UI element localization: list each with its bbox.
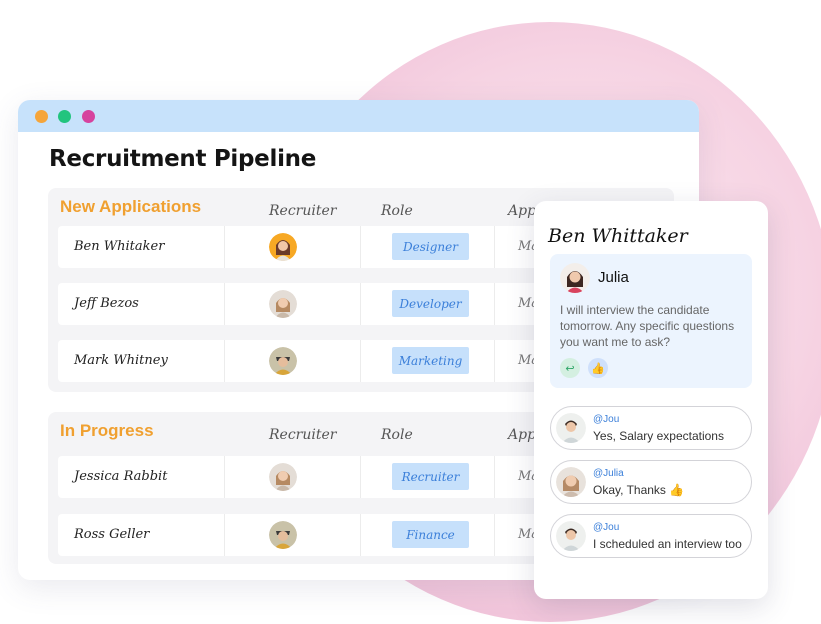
recruiter-avatar[interactable] [269, 233, 297, 261]
cell-divider [494, 283, 495, 325]
cell-divider [360, 456, 361, 498]
reply-icon[interactable]: ↩ [560, 358, 580, 378]
column-header-date: App [508, 203, 537, 219]
page-title: Recruitment Pipeline [49, 146, 317, 172]
role-badge[interactable]: Marketing [392, 347, 469, 374]
cell-divider [360, 283, 361, 325]
section-title: In Progress [60, 421, 154, 440]
reply-item[interactable]: @Jou I scheduled an interview too [550, 514, 752, 558]
cell-divider [494, 514, 495, 556]
comment-text: I will interview the candidate tomorrow.… [560, 303, 735, 349]
role-badge[interactable]: Developer [392, 290, 469, 317]
cell-divider [494, 340, 495, 382]
candidate-name: Ross Geller [74, 527, 150, 542]
comment-author-name: Julia [598, 269, 629, 286]
cell-divider [224, 514, 225, 556]
role-badge[interactable]: Designer [392, 233, 469, 260]
candidate-detail-name: Ben Whittaker [548, 225, 688, 247]
reply-text: Yes, Salary expectations [593, 429, 724, 443]
comment-author-avatar [560, 263, 590, 293]
section-title: New Applications [60, 197, 202, 216]
cell-divider [224, 226, 225, 268]
cell-divider [360, 340, 361, 382]
recruiter-avatar[interactable] [269, 347, 297, 375]
candidate-name: Ben Whitaker [74, 239, 165, 254]
candidate-detail-panel: Ben Whittaker Julia I will interview the… [534, 201, 768, 599]
comment-card: Julia I will interview the candidate tom… [550, 254, 752, 388]
cell-divider [494, 456, 495, 498]
recruiter-avatar[interactable] [269, 290, 297, 318]
reply-avatar [556, 521, 586, 551]
role-badge[interactable]: Finance [392, 521, 469, 548]
cell-divider [360, 226, 361, 268]
reply-avatar [556, 467, 586, 497]
window-maximize-dot[interactable] [58, 110, 71, 123]
thumbs-up-icon[interactable]: 👍 [588, 358, 608, 378]
reply-username[interactable]: @Julia [593, 468, 624, 479]
candidate-name: Jessica Rabbit [74, 469, 168, 484]
candidate-name: Mark Whitney [74, 353, 168, 368]
column-header-role: Role [381, 203, 413, 219]
recruiter-avatar[interactable] [269, 463, 297, 491]
reply-username[interactable]: @Jou [593, 414, 619, 425]
recruiter-avatar[interactable] [269, 521, 297, 549]
cell-divider [224, 340, 225, 382]
window-close-dot[interactable] [82, 110, 95, 123]
reply-username[interactable]: @Jou [593, 522, 619, 533]
reply-avatar [556, 413, 586, 443]
role-badge[interactable]: Recruiter [392, 463, 469, 490]
cell-divider [224, 456, 225, 498]
column-header-recruiter: Recruiter [269, 203, 337, 219]
column-header-role: Role [381, 427, 413, 443]
window-titlebar [18, 100, 699, 132]
column-header-date: App [508, 427, 537, 443]
cell-divider [360, 514, 361, 556]
cell-divider [224, 283, 225, 325]
window-minimize-dot[interactable] [35, 110, 48, 123]
reply-text: I scheduled an interview too [593, 537, 742, 551]
reply-item[interactable]: @Jou Yes, Salary expectations [550, 406, 752, 450]
column-header-recruiter: Recruiter [269, 427, 337, 443]
cell-divider [494, 226, 495, 268]
candidate-name: Jeff Bezos [74, 296, 139, 311]
reply-text: Okay, Thanks 👍 [593, 483, 685, 497]
reply-item[interactable]: @Julia Okay, Thanks 👍 [550, 460, 752, 504]
